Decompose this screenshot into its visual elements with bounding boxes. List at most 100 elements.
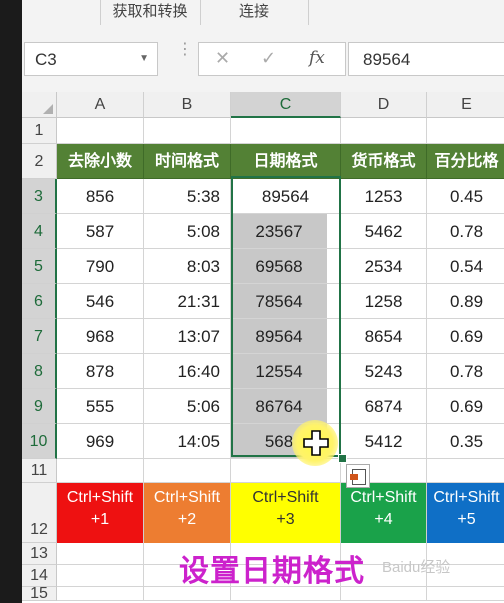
quick-analysis-icon[interactable] (346, 464, 370, 488)
table-cell[interactable]: 86764 (231, 389, 327, 424)
drag-handle-icon[interactable]: ⋮ (177, 42, 193, 58)
empty-cell[interactable] (341, 118, 427, 144)
table-cell[interactable]: 8:03 (144, 249, 231, 284)
formula-input[interactable]: 89564 (348, 42, 504, 76)
cancel-icon[interactable]: ✕ (215, 48, 230, 69)
empty-cell[interactable] (57, 118, 144, 144)
table-cell[interactable]: 69568 (231, 249, 327, 284)
empty-cell[interactable] (57, 587, 144, 601)
row-header-12[interactable]: 12 (22, 483, 57, 543)
table-cell[interactable]: 16:40 (144, 354, 231, 389)
enter-icon[interactable]: ✓ (261, 48, 276, 69)
row-header-9[interactable]: 9 (22, 389, 57, 424)
fill-handle[interactable] (338, 454, 347, 463)
table-cell[interactable]: 1253 (341, 179, 427, 214)
column-header-d[interactable]: D (341, 92, 427, 118)
header-cell[interactable]: 百分比格 (427, 144, 504, 179)
column-header-b[interactable]: B (144, 92, 231, 118)
table-cell[interactable]: 21:31 (144, 284, 231, 319)
shortcut-cell[interactable]: Ctrl+Shift +1 (57, 483, 144, 543)
table-cell[interactable]: 0.45 (427, 179, 504, 214)
table-cell[interactable]: 5462 (341, 214, 427, 249)
table-cell[interactable]: 969 (57, 424, 144, 459)
table-cell[interactable]: 0.69 (427, 389, 504, 424)
shortcut-number: +4 (374, 511, 393, 528)
empty-cell[interactable] (57, 459, 144, 483)
name-box-value: C3 (35, 50, 57, 69)
shortcut-number: +2 (177, 511, 197, 528)
insert-function-icon[interactable]: fx (309, 48, 325, 68)
row-header-14[interactable]: 14 (22, 565, 57, 587)
table-cell[interactable]: 0.89 (427, 284, 504, 319)
header-cell[interactable]: 去除小数 (57, 144, 144, 179)
row-header-8[interactable]: 8 (22, 354, 57, 389)
header-cell[interactable]: 日期格式 (231, 144, 341, 179)
table-cell[interactable]: 78564 (231, 284, 327, 319)
table-cell[interactable]: 14:05 (144, 424, 231, 459)
empty-cell[interactable] (427, 587, 504, 601)
shortcut-cell[interactable]: Ctrl+Shift +4 (341, 483, 427, 543)
table-cell[interactable]: 546 (57, 284, 144, 319)
table-cell[interactable]: 587 (57, 214, 144, 249)
row-header-5[interactable]: 5 (22, 249, 57, 284)
name-box[interactable]: C3 ▼ (24, 42, 158, 76)
row-header-6[interactable]: 6 (22, 284, 57, 319)
shortcut-cell[interactable]: Ctrl+Shift +5 (427, 483, 504, 543)
row-header-1[interactable]: 1 (22, 118, 57, 144)
empty-cell[interactable] (427, 459, 504, 483)
row-header-4[interactable]: 4 (22, 214, 57, 249)
table-cell[interactable]: 0.54 (427, 249, 504, 284)
row-header-7[interactable]: 7 (22, 319, 57, 354)
table-cell[interactable]: 12554 (231, 354, 327, 389)
empty-cell[interactable] (144, 118, 231, 144)
empty-cell[interactable] (427, 118, 504, 144)
column-header-e[interactable]: E (427, 92, 504, 118)
cross-cursor-icon (303, 430, 329, 456)
column-header-a[interactable]: A (57, 92, 144, 118)
ribbon-group-connections[interactable]: 连接 (200, 0, 309, 25)
row-header-2[interactable]: 2 (22, 144, 57, 179)
table-cell[interactable]: 89564 (231, 319, 327, 354)
table-cell[interactable]: 0.78 (427, 214, 504, 249)
table-cell[interactable]: 5412 (341, 424, 427, 459)
empty-cell[interactable] (144, 459, 231, 483)
shortcut-cell[interactable]: Ctrl+Shift +2 (144, 483, 231, 543)
row-header-3[interactable]: 3 (22, 179, 57, 214)
table-cell[interactable]: 856 (57, 179, 144, 214)
row-header-11[interactable]: 11 (22, 459, 57, 483)
header-cell[interactable]: 时间格式 (144, 144, 231, 179)
row-header-13[interactable]: 13 (22, 543, 57, 565)
table-cell[interactable]: 968 (57, 319, 144, 354)
row-header-15[interactable]: 15 (22, 586, 57, 602)
table-cell[interactable]: 2534 (341, 249, 427, 284)
select-all-corner[interactable] (22, 92, 57, 118)
shortcut-keys: Ctrl+Shift (66, 489, 134, 506)
empty-cell[interactable] (231, 118, 341, 144)
table-cell[interactable]: 5:38 (144, 179, 231, 214)
empty-cell[interactable] (57, 565, 144, 587)
ribbon-group-get-transform[interactable]: 获取和转换 (100, 0, 201, 25)
empty-cell[interactable] (57, 543, 144, 565)
shortcut-cell[interactable]: Ctrl+Shift +3 (231, 483, 341, 543)
selection-gutter (327, 354, 341, 389)
table-cell[interactable]: 790 (57, 249, 144, 284)
table-cell[interactable]: 6874 (341, 389, 427, 424)
header-cell[interactable]: 货币格式 (341, 144, 427, 179)
table-cell[interactable]: 5:08 (144, 214, 231, 249)
chevron-down-icon[interactable]: ▼ (139, 53, 149, 64)
table-cell[interactable]: 89564 (231, 179, 341, 214)
table-cell[interactable]: 0.35 (427, 424, 504, 459)
table-cell[interactable]: 878 (57, 354, 144, 389)
table-cell[interactable]: 13:07 (144, 319, 231, 354)
table-cell[interactable]: 0.69 (427, 319, 504, 354)
table-cell[interactable]: 23567 (231, 214, 327, 249)
table-cell[interactable]: 8654 (341, 319, 427, 354)
row-header-10[interactable]: 10 (22, 424, 57, 459)
table-cell[interactable]: 555 (57, 389, 144, 424)
table-cell[interactable]: 5:06 (144, 389, 231, 424)
column-header-c[interactable]: C (231, 92, 341, 118)
table-cell[interactable]: 0.78 (427, 354, 504, 389)
table-cell[interactable]: 1258 (341, 284, 427, 319)
formula-buttons: ✕ ✓ fx (198, 42, 346, 76)
table-cell[interactable]: 5243 (341, 354, 427, 389)
